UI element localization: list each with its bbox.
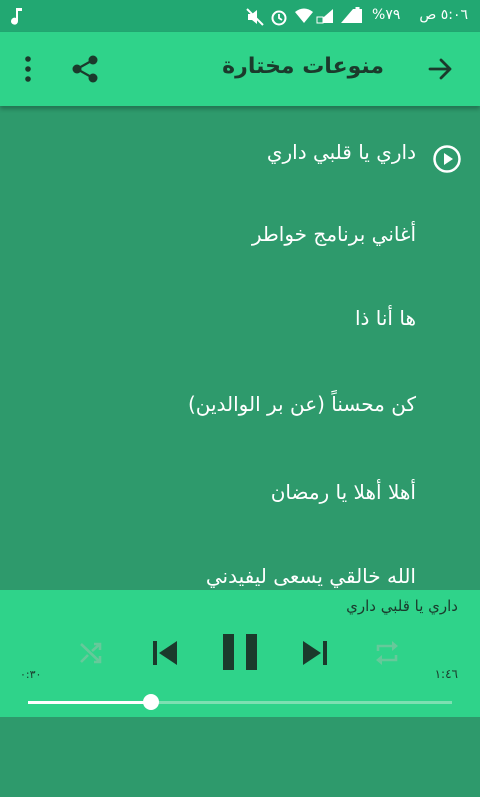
skip-previous-icon[interactable] [150, 638, 180, 672]
clock: ٥:٠٦ ص [419, 7, 468, 23]
mute-icon [245, 8, 265, 30]
list-item-label: ها أنا ذا [354, 306, 416, 330]
more-vert-icon[interactable] [18, 54, 38, 88]
elapsed-time: ٠:٣٠ [20, 668, 42, 681]
list-item-label: كن محسناً (عن بر الوالدين) [187, 392, 416, 416]
total-duration: ١:٤٦ [434, 667, 458, 681]
list-item-label: أهلا أهلا يا رمضان [270, 480, 416, 504]
battery-percent: %٧٩ [372, 7, 401, 23]
mini-player: داري يا قلبي داري ٠:٣٠ ١:٤٦ [0, 590, 480, 717]
arrow-forward-icon[interactable] [428, 56, 454, 86]
list-item[interactable]: أغاني برنامج خواطر [252, 222, 416, 272]
now-playing-title: داري يا قلبي داري [346, 597, 458, 615]
list-item[interactable]: أهلا أهلا يا رمضان [271, 480, 416, 530]
signal-1-icon [316, 8, 334, 28]
playlist: داري يا قلبي داري أغاني برنامج خواطر ها … [0, 108, 480, 588]
seek-progress [28, 701, 151, 704]
status-bar: %٧٩ ٥:٠٦ ص [0, 0, 480, 32]
play-circle-icon [432, 144, 462, 179]
repeat-icon[interactable] [373, 640, 401, 670]
list-item-label: الله خالقي يسعى ليفيدني [205, 564, 416, 588]
share-icon[interactable] [70, 54, 100, 88]
list-item[interactable]: داري يا قلبي داري [266, 140, 461, 190]
list-item[interactable]: ها أنا ذا [355, 306, 416, 356]
seek-thumb[interactable] [142, 694, 159, 710]
list-item-label: أغاني برنامج خواطر [251, 222, 416, 246]
alarm-icon [270, 8, 288, 30]
battery-icon [353, 7, 362, 23]
seek-bar[interactable] [28, 694, 452, 710]
signal-2-icon [340, 8, 354, 28]
list-item-label: داري يا قلبي داري [266, 140, 416, 164]
page-title: منوعات مختارة [222, 54, 384, 79]
skip-next-icon[interactable] [300, 638, 330, 672]
pause-icon[interactable] [220, 632, 260, 676]
shuffle-icon[interactable] [78, 640, 104, 670]
list-item[interactable]: كن محسناً (عن بر الوالدين) [188, 392, 416, 442]
wifi-icon [294, 8, 314, 28]
app-bar: منوعات مختارة [0, 32, 480, 106]
list-item[interactable]: الله خالقي يسعى ليفيدني [206, 564, 416, 588]
music-note-icon [10, 6, 24, 30]
